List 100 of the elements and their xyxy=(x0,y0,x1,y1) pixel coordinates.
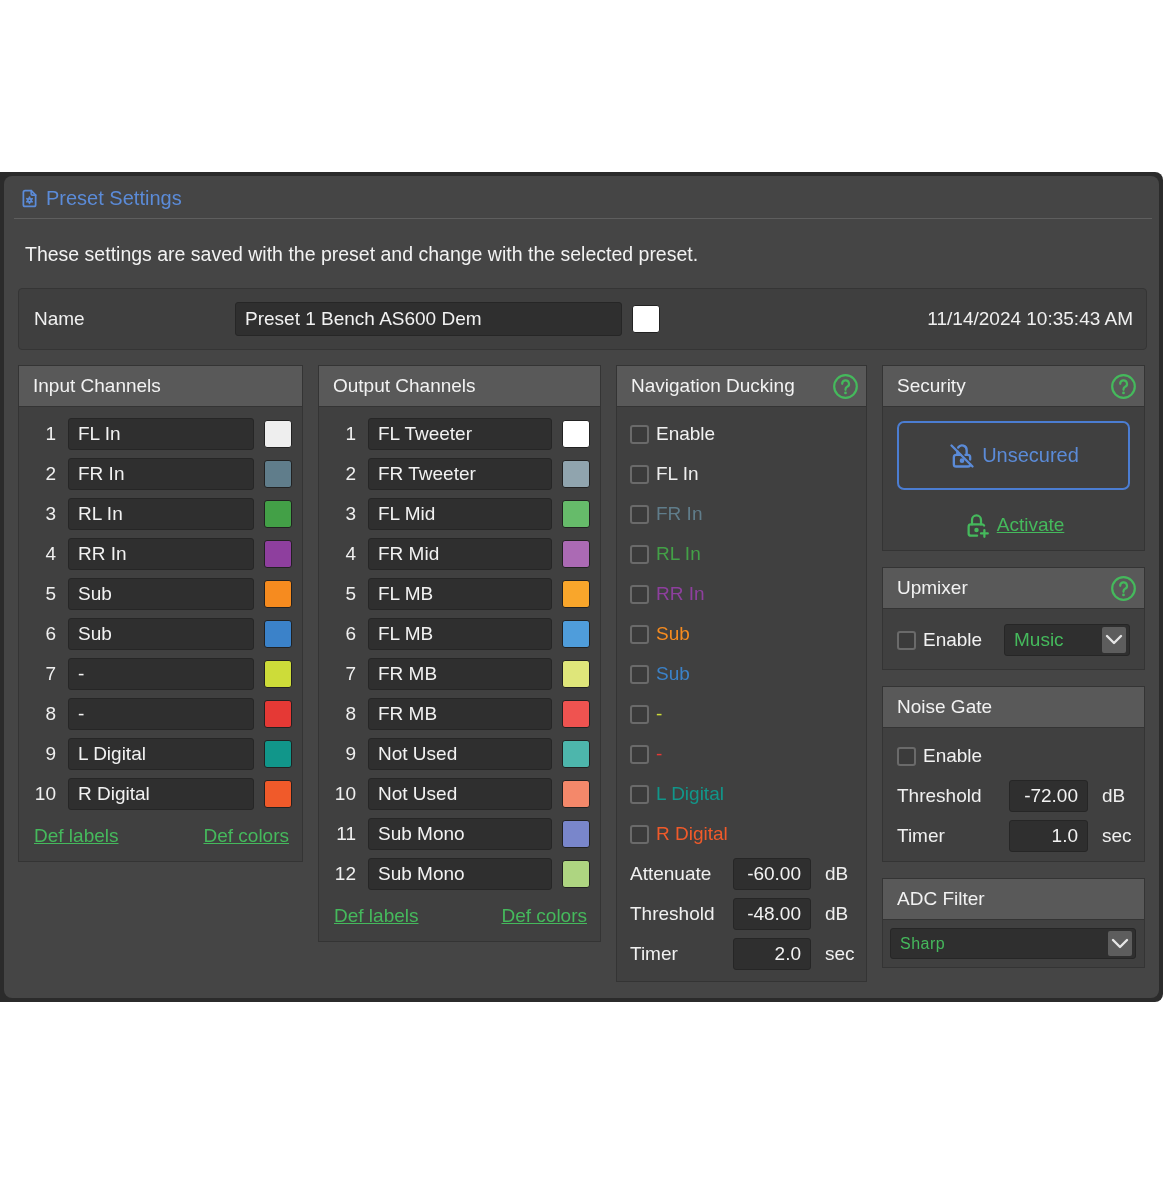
channel-number: 3 xyxy=(44,503,56,525)
color-swatch-icon[interactable] xyxy=(562,500,590,528)
activate-link[interactable]: Activate xyxy=(996,514,1065,536)
channel-number: 8 xyxy=(44,703,56,725)
channel-name-field[interactable]: FL Mid xyxy=(368,498,552,530)
channel-name-field[interactable]: - xyxy=(68,658,254,690)
param-label: Threshold xyxy=(630,903,716,925)
color-swatch-icon[interactable] xyxy=(562,540,590,568)
checkbox[interactable] xyxy=(630,824,649,844)
mode-dropdown[interactable]: Music xyxy=(1004,624,1130,656)
color-swatch-icon[interactable] xyxy=(562,580,590,608)
channel-number: 10 xyxy=(34,783,56,805)
checkbox[interactable] xyxy=(630,744,649,764)
checkbox[interactable] xyxy=(630,704,649,724)
color-swatch-icon[interactable] xyxy=(264,420,292,448)
panel-title: Noise Gate xyxy=(897,696,993,718)
color-swatch-icon[interactable] xyxy=(562,460,590,488)
channel-name-field[interactable]: FR Tweeter xyxy=(368,458,552,490)
channel-number: 9 xyxy=(44,743,56,765)
help-icon[interactable] xyxy=(833,373,858,399)
number-field[interactable]: 2.0 xyxy=(733,938,811,970)
color-swatch-icon[interactable] xyxy=(264,460,292,488)
checkbox[interactable] xyxy=(630,504,649,524)
unit-label: sec xyxy=(825,943,855,965)
text-link[interactable]: Def labels xyxy=(334,905,419,927)
preset-name-field[interactable]: Preset 1 Bench AS600 Dem xyxy=(235,302,622,336)
color-swatch-icon[interactable] xyxy=(264,740,292,768)
color-swatch-icon[interactable] xyxy=(632,305,660,333)
channel-name-field[interactable]: RR In xyxy=(68,538,254,570)
color-swatch-icon[interactable] xyxy=(264,700,292,728)
text-link[interactable]: Def colors xyxy=(501,905,587,927)
checkbox[interactable] xyxy=(630,464,649,484)
checkbox[interactable] xyxy=(630,424,649,444)
help-icon[interactable] xyxy=(1111,373,1136,399)
unit-label: dB xyxy=(1102,785,1126,807)
channel-number: 1 xyxy=(44,423,56,445)
panel-title: Security xyxy=(897,375,966,397)
checkbox[interactable] xyxy=(897,746,916,766)
number-field[interactable]: -60.00 xyxy=(733,858,811,890)
number-field[interactable]: 1.0 xyxy=(1009,820,1088,852)
channel-name-field[interactable]: FL In xyxy=(68,418,254,450)
number-field[interactable]: -72.00 xyxy=(1009,780,1088,812)
channel-number: 5 xyxy=(44,583,56,605)
channel-number: 7 xyxy=(344,663,356,685)
checkbox[interactable] xyxy=(897,630,916,650)
color-swatch-icon[interactable] xyxy=(562,420,590,448)
checkbox[interactable] xyxy=(630,784,649,804)
checkbox-label: Enable xyxy=(923,629,983,651)
channel-name-field[interactable]: Not Used xyxy=(368,778,552,810)
text-link[interactable]: Def labels xyxy=(34,825,119,847)
param-label: Timer xyxy=(897,825,946,847)
color-swatch-icon[interactable] xyxy=(562,620,590,648)
param-label: Timer xyxy=(630,943,679,965)
color-swatch-icon[interactable] xyxy=(562,820,590,848)
filter-dropdown[interactable]: Sharp xyxy=(890,928,1136,959)
color-swatch-icon[interactable] xyxy=(264,780,292,808)
color-swatch-icon[interactable] xyxy=(264,620,292,648)
channel-name-field[interactable]: FR MB xyxy=(368,658,552,690)
param-label: Attenuate xyxy=(630,863,713,885)
channel-number: 3 xyxy=(344,503,356,525)
timestamp-text: 11/14/2024 10:35:43 AM xyxy=(927,308,1133,330)
color-swatch-icon[interactable] xyxy=(562,780,590,808)
color-swatch-icon[interactable] xyxy=(562,660,590,688)
checkbox-label: R Digital xyxy=(656,823,728,845)
color-swatch-icon[interactable] xyxy=(264,660,292,688)
channel-number: 6 xyxy=(44,623,56,645)
color-swatch-icon[interactable] xyxy=(264,580,292,608)
channel-name-field[interactable]: R Digital xyxy=(68,778,254,810)
channel-number: 9 xyxy=(344,743,356,765)
color-swatch-icon[interactable] xyxy=(264,540,292,568)
channel-name-field[interactable]: FL MB xyxy=(368,578,552,610)
color-swatch-icon[interactable] xyxy=(562,740,590,768)
channel-name-field[interactable]: FR Mid xyxy=(368,538,552,570)
channel-name-field[interactable]: Sub Mono xyxy=(368,858,552,890)
channel-name-field[interactable]: FL Tweeter xyxy=(368,418,552,450)
color-swatch-icon[interactable] xyxy=(264,500,292,528)
checkbox[interactable] xyxy=(630,664,649,684)
channel-name-field[interactable]: FL MB xyxy=(368,618,552,650)
number-field[interactable]: -48.00 xyxy=(733,898,811,930)
channel-name-field[interactable]: FR In xyxy=(68,458,254,490)
channel-name-field[interactable]: RL In xyxy=(68,498,254,530)
checkbox[interactable] xyxy=(630,624,649,644)
channel-name-field[interactable]: FR MB xyxy=(368,698,552,730)
channel-number: 7 xyxy=(44,663,56,685)
channel-number: 2 xyxy=(344,463,356,485)
channel-name-field[interactable]: Sub xyxy=(68,578,254,610)
color-swatch-icon[interactable] xyxy=(562,700,590,728)
channel-name-field[interactable]: - xyxy=(68,698,254,730)
name-label: Name xyxy=(34,308,86,330)
text-link[interactable]: Def colors xyxy=(203,825,289,847)
channel-name-field[interactable]: L Digital xyxy=(68,738,254,770)
checkbox[interactable] xyxy=(630,544,649,564)
channel-name-field[interactable]: Not Used xyxy=(368,738,552,770)
channel-name-field[interactable]: Sub xyxy=(68,618,254,650)
checkbox[interactable] xyxy=(630,584,649,604)
channel-number: 5 xyxy=(344,583,356,605)
color-swatch-icon[interactable] xyxy=(562,860,590,888)
checkbox-label: Enable xyxy=(923,745,983,767)
help-icon[interactable] xyxy=(1111,575,1136,601)
channel-name-field[interactable]: Sub Mono xyxy=(368,818,552,850)
